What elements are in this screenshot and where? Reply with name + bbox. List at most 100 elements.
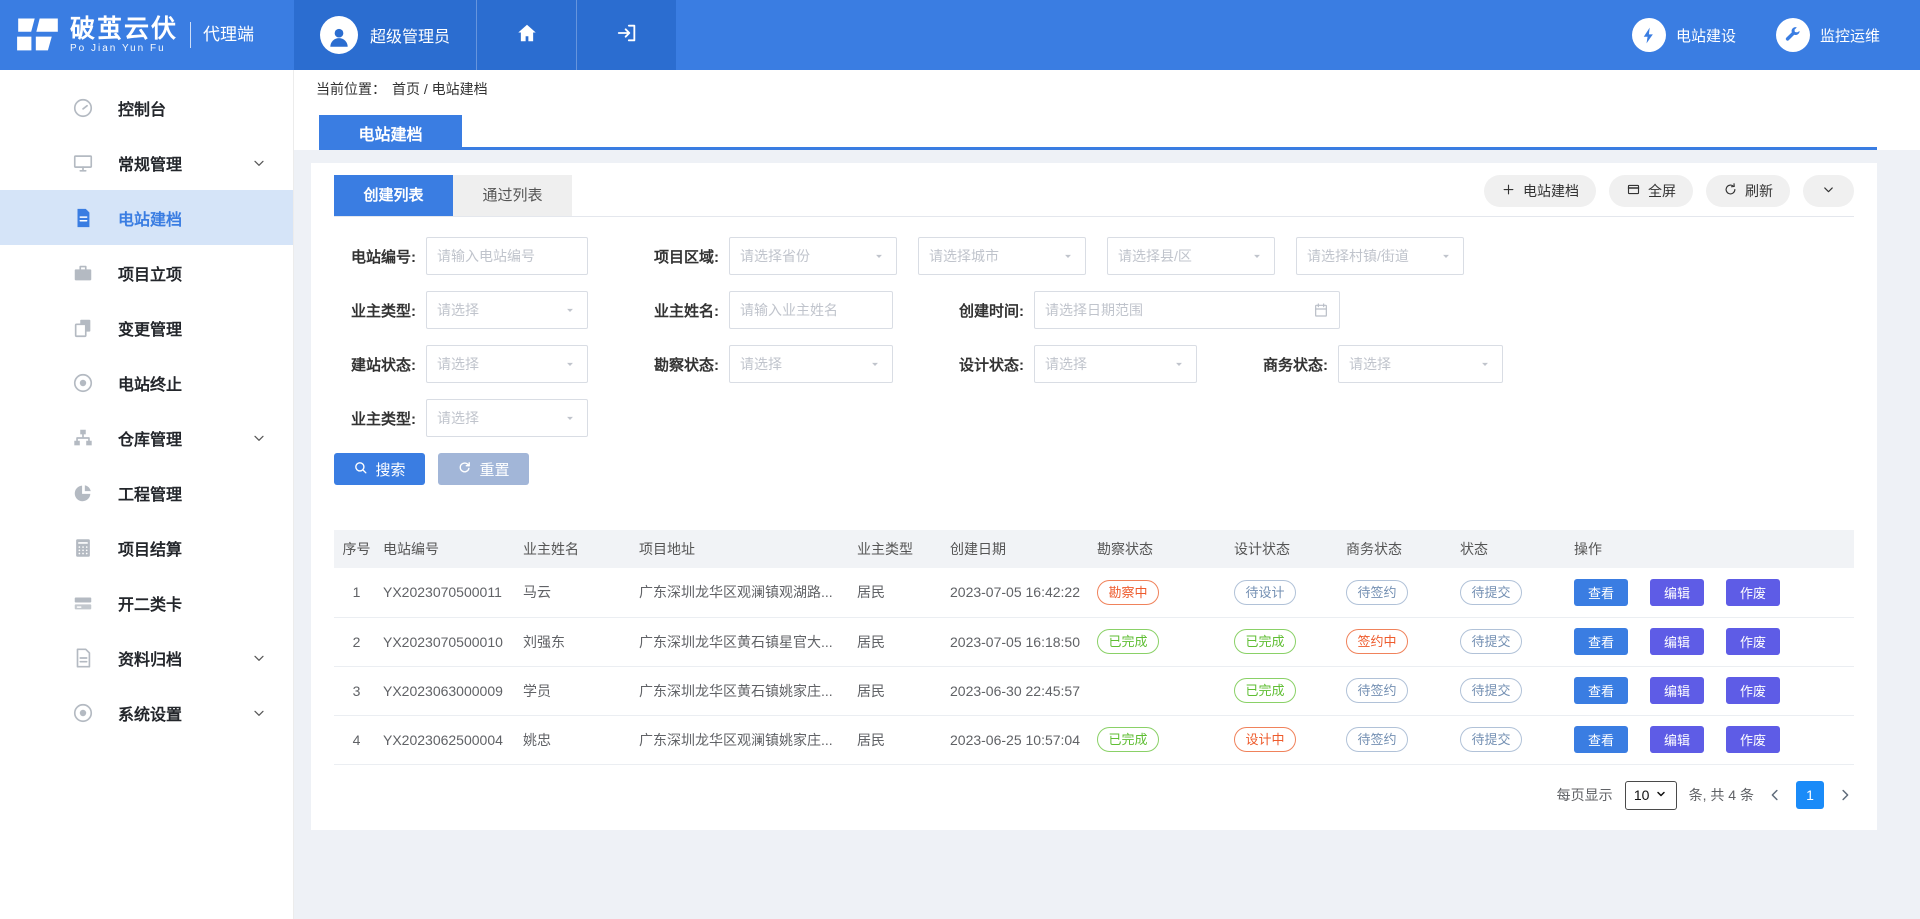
sidebar-item-label: 项目结算 [118,536,182,560]
province-select[interactable]: 请选择省份 [729,237,897,275]
search-icon [353,460,368,479]
cell-created: 2023-07-05 16:18:50 [946,617,1093,666]
column-header: 设计状态 [1230,530,1342,568]
chevron-left-icon [1766,791,1784,807]
refresh-button[interactable]: 刷新 [1706,175,1790,207]
prev-page-button[interactable] [1766,786,1784,804]
district-select[interactable]: 请选择县/区 [1107,237,1275,275]
cell-design-status: 已完成 [1230,666,1342,715]
next-page-button[interactable] [1836,786,1854,804]
station-no-input[interactable] [437,248,577,264]
search-button[interactable]: 搜索 [334,453,425,485]
nav-monitor-ops[interactable]: 监控运维 [1776,18,1880,52]
station-archive-create-button[interactable]: 电站建档 [1484,175,1596,207]
edit-button[interactable]: 编辑 [1650,726,1704,753]
sidebar-item-label: 常规管理 [118,151,182,175]
business-status-select[interactable]: 请选择 [1338,345,1503,383]
status-badge: 待提交 [1460,678,1522,703]
owner-type-select-2[interactable]: 请选择 [426,399,588,437]
owner-name-input[interactable] [740,302,882,318]
edit-button[interactable]: 编辑 [1650,579,1704,606]
tab-create-list[interactable]: 创建列表 [334,175,453,216]
sidebar-item-station-archive[interactable]: 电站建档 [0,190,293,245]
fullscreen-button[interactable]: 全屏 [1609,175,1693,207]
reset-button[interactable]: 重置 [438,453,529,485]
brand-logo-icon [16,17,60,53]
status-badge: 待提交 [1460,580,1522,605]
sidebar-item-label: 控制台 [118,96,166,120]
page-number-button[interactable]: 1 [1796,781,1824,809]
void-button[interactable]: 作废 [1726,628,1780,655]
cell-created: 2023-06-25 10:57:04 [946,715,1093,764]
station-no-input[interactable] [426,237,588,275]
sidebar-item-change-mgmt[interactable]: 变更管理 [0,300,293,355]
sidebar-item-label: 变更管理 [118,316,182,340]
column-header: 操作 [1570,530,1854,568]
top-nav: 电站建设 监控运维 [1632,0,1920,70]
city-select[interactable]: 请选择城市 [918,237,1086,275]
collapse-button[interactable] [1803,175,1854,207]
void-button[interactable]: 作废 [1726,579,1780,606]
cell-business-status: 待签约 [1342,666,1456,715]
nav-station-build[interactable]: 电站建设 [1632,18,1736,52]
sidebar-item-project-approval[interactable]: 项目立项 [0,245,293,300]
cell-owner-name: 姚忠 [519,715,635,764]
calculator-icon [72,537,94,559]
sidebar-item-type2-card[interactable]: 开二类卡 [0,575,293,630]
cell-owner-name: 刘强东 [519,617,635,666]
sidebar-item-engineering[interactable]: 工程管理 [0,465,293,520]
sidebar-item-station-terminate[interactable]: 电站终止 [0,355,293,410]
filter-label: 业主姓名: [637,300,729,321]
cell-index: 2 [334,617,379,666]
status-badge: 待提交 [1460,629,1522,654]
column-header: 项目地址 [635,530,853,568]
view-button[interactable]: 查看 [1574,726,1628,753]
edit-button[interactable]: 编辑 [1650,628,1704,655]
sidebar-item-system-settings[interactable]: 系统设置 [0,685,293,740]
per-page-select[interactable]: 10 [1625,781,1677,810]
view-button[interactable]: 查看 [1574,677,1628,704]
sidebar-item-settlement[interactable]: 项目结算 [0,520,293,575]
edit-button[interactable]: 编辑 [1650,677,1704,704]
chevron-down-icon [1821,182,1836,200]
survey-status-select[interactable]: 请选择 [729,345,893,383]
owner-type-select[interactable]: 请选择 [426,291,588,329]
cell-survey-status [1093,666,1230,715]
table-row: 1YX2023070500011马云广东深圳龙华区观澜镇观湖路...居民2023… [334,568,1854,617]
void-button[interactable]: 作废 [1726,726,1780,753]
cell-created: 2023-07-05 16:42:22 [946,568,1093,617]
sidebar-item-general[interactable]: 常规管理 [0,135,293,190]
view-button[interactable]: 查看 [1574,628,1628,655]
sidebar-item-label: 电站建档 [118,206,182,230]
sidebar-item-console[interactable]: 控制台 [0,80,293,135]
caret-down-icon [1061,249,1075,263]
sidebar-item-warehouse[interactable]: 仓库管理 [0,410,293,465]
logout-button[interactable] [576,0,676,70]
user-block[interactable]: 超级管理员 [294,0,476,70]
created-range-input[interactable]: 请选择日期范围 [1034,291,1340,329]
status-badge: 已完成 [1097,629,1159,654]
build-status-select[interactable]: 请选择 [426,345,588,383]
status-badge: 已完成 [1097,727,1159,752]
sidebar-item-data-archive[interactable]: 资料归档 [0,630,293,685]
tab-passed-list[interactable]: 通过列表 [453,175,572,216]
caret-down-icon [1655,787,1667,803]
plus-icon [1501,182,1516,200]
breadcrumb-path: 首页 / 电站建档 [392,79,488,99]
column-header: 创建日期 [946,530,1093,568]
records-table: 序号电站编号业主姓名项目地址业主类型创建日期勘察状态设计状态商务状态状态操作 1… [334,530,1854,765]
status-badge: 待签约 [1346,727,1408,752]
column-header: 电站编号 [379,530,519,568]
view-button[interactable]: 查看 [1574,579,1628,606]
home-button[interactable] [476,0,576,70]
design-status-select[interactable]: 请选择 [1034,345,1197,383]
cell-address: 广东深圳龙华区观澜镇姚家庄... [635,715,853,764]
owner-name-input[interactable] [729,291,893,329]
top-nav-label: 电站建设 [1676,25,1736,46]
void-button[interactable]: 作废 [1726,677,1780,704]
filter-actions: 搜索 重置 [334,453,1854,485]
disc-icon [72,702,94,724]
page-tab[interactable]: 电站建档 [319,115,462,150]
town-select[interactable]: 请选择村镇/街道 [1296,237,1464,275]
cell-owner-name: 学员 [519,666,635,715]
